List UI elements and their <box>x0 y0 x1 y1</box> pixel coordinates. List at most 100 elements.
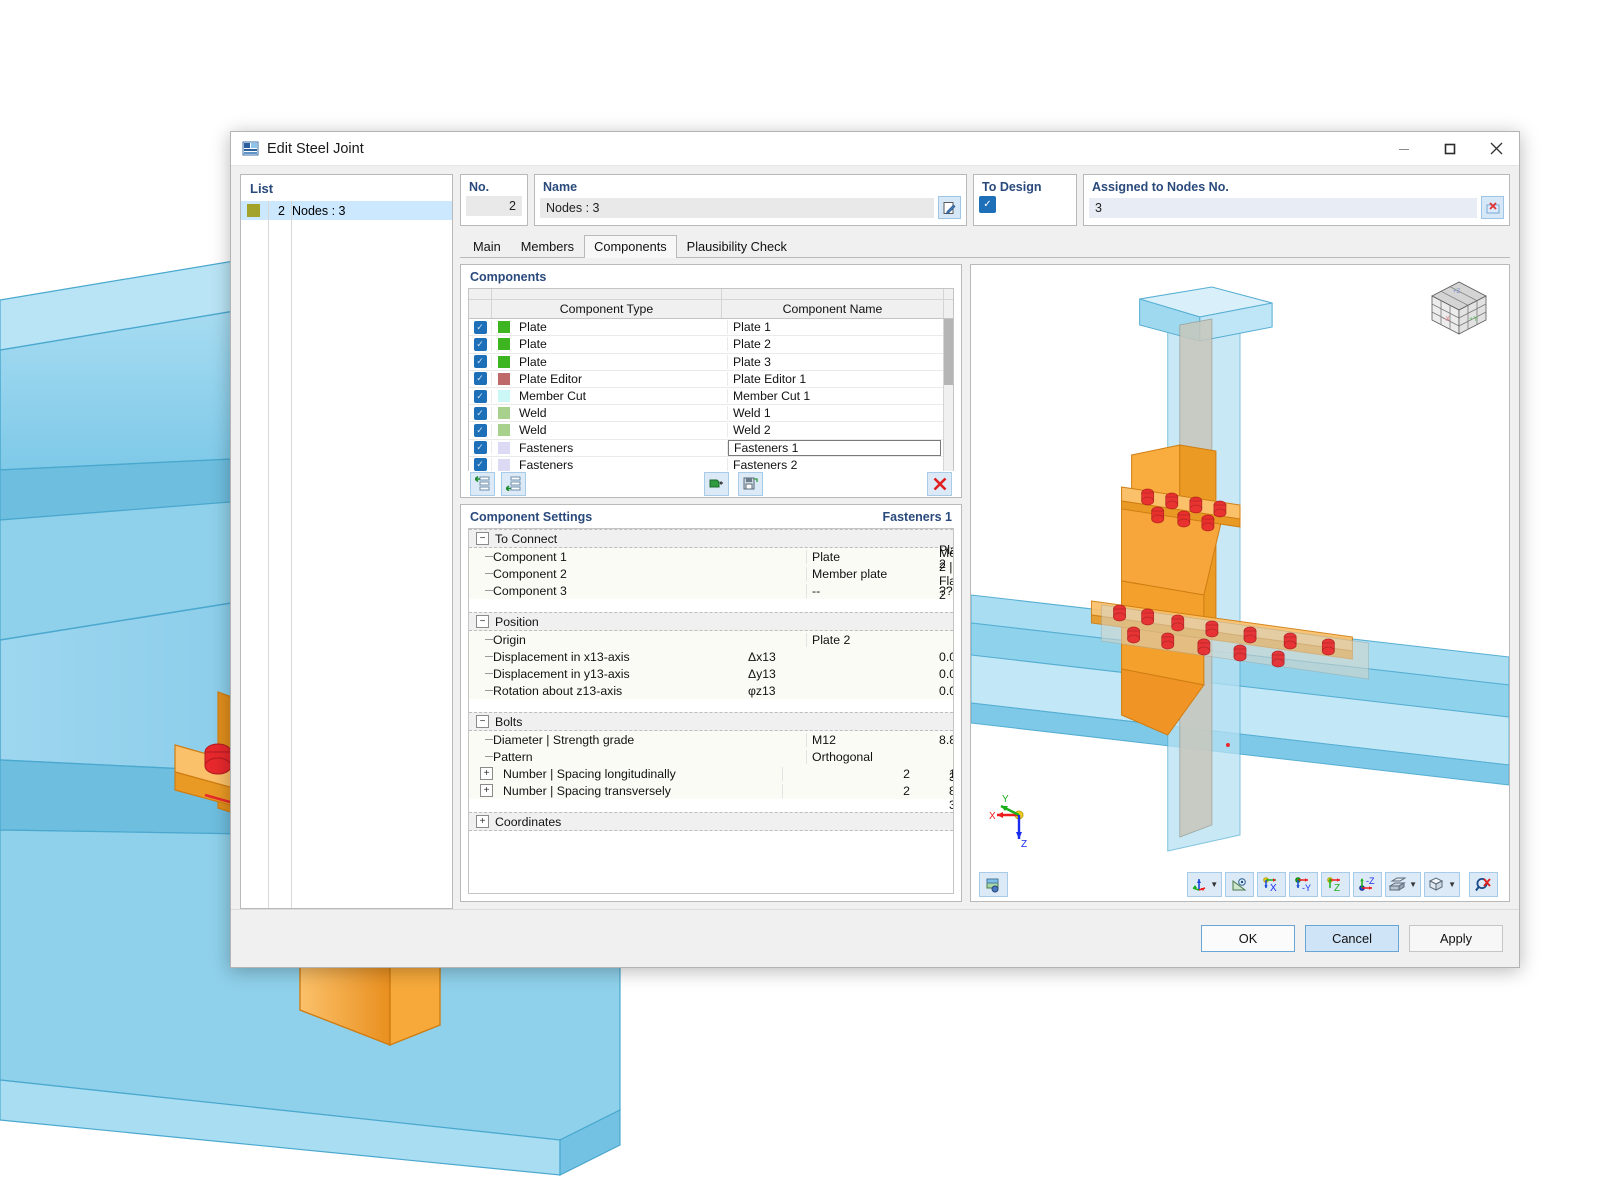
no-input[interactable]: 2 <box>466 196 522 216</box>
component-name-cell[interactable]: Weld 2 <box>728 423 943 437</box>
settings-row-value-1[interactable]: Plate 2 <box>806 632 934 647</box>
component-enabled-checkbox[interactable]: ✓ <box>469 372 492 386</box>
component-name-cell[interactable]: Fasteners 1 <box>728 439 941 456</box>
settings-row-value-2[interactable]: 0.0 <box>934 684 953 698</box>
insert-component-above-icon[interactable] <box>470 471 495 496</box>
axis-system-icon[interactable]: ▼ <box>1187 872 1223 897</box>
import-component-icon[interactable] <box>704 471 729 496</box>
tab-members[interactable]: Members <box>511 235 584 258</box>
pick-node-icon[interactable] <box>1481 196 1504 219</box>
settings-row-value-1[interactable]: 2 <box>782 766 944 781</box>
close-button[interactable] <box>1473 133 1519 165</box>
collapse-icon[interactable]: − <box>476 532 489 545</box>
view-x-icon[interactable]: X <box>1257 872 1287 897</box>
settings-group-header[interactable]: − To Connect <box>469 529 953 548</box>
settings-row[interactable]: Origin Plate 2 <box>469 631 953 648</box>
tab-plausibility-check[interactable]: Plausibility Check <box>677 235 797 258</box>
component-enabled-checkbox[interactable]: ✓ <box>469 389 492 403</box>
component-name-cell[interactable]: Plate 1 <box>728 320 943 334</box>
table-row[interactable]: ✓ Member Cut Member Cut 1 <box>469 388 943 406</box>
table-row[interactable]: ✓ Plate Plate 1 <box>469 319 943 337</box>
components-scrollbar[interactable] <box>943 319 953 471</box>
apply-button[interactable]: Apply <box>1409 925 1503 952</box>
component-name-cell[interactable]: Plate 3 <box>728 355 943 369</box>
maximize-button[interactable] <box>1427 133 1473 165</box>
edit-pencil-icon[interactable] <box>938 196 961 219</box>
settings-row-value-1[interactable]: M12 <box>806 732 934 747</box>
collapse-icon[interactable]: − <box>476 615 489 628</box>
settings-row-label-cell: Origin <box>469 633 748 647</box>
settings-row-value-2[interactable]: 0.0 <box>934 667 953 681</box>
expand-icon[interactable]: + <box>480 767 493 780</box>
component-enabled-checkbox[interactable]: ✓ <box>469 355 492 369</box>
no-field-box: No. 2 <box>460 174 528 226</box>
view-minus-z-icon[interactable]: -Z <box>1353 872 1383 897</box>
component-enabled-checkbox[interactable]: ✓ <box>469 320 492 334</box>
tab-main[interactable]: Main <box>463 235 511 258</box>
list-item[interactable]: 2 Nodes : 3 <box>241 201 452 220</box>
to-design-checkbox[interactable]: ✓ <box>979 196 996 213</box>
settings-row[interactable]: Displacement in x13-axisΔx130.0mm <box>469 648 953 665</box>
delete-component-icon[interactable] <box>927 471 952 496</box>
component-enabled-checkbox[interactable]: ✓ <box>469 337 492 351</box>
navigation-cube[interactable]: -X +Y +Z <box>1422 278 1496 345</box>
render-mode-icon[interactable]: ▼ <box>1385 872 1422 897</box>
zoom-reset-icon[interactable] <box>1469 872 1498 897</box>
component-enabled-checkbox[interactable]: ✓ <box>469 458 492 471</box>
settings-row[interactable]: Displacement in y13-axisΔy130.0mm <box>469 665 953 682</box>
component-name-cell[interactable]: Plate Editor 1 <box>728 372 943 386</box>
settings-row[interactable]: Component 1PlatePlate 2 <box>469 543 953 571</box>
table-row[interactable]: ✓ Fasteners Fasteners 1 <box>469 439 943 457</box>
settings-row-value-2[interactable]: ?? <box>934 584 953 598</box>
collapse-icon[interactable]: − <box>476 715 489 728</box>
ok-button[interactable]: OK <box>1201 925 1295 952</box>
component-name-cell[interactable]: Member Cut 1 <box>728 389 943 403</box>
component-enabled-checkbox[interactable]: ✓ <box>469 406 492 420</box>
component-name-cell[interactable]: Fasteners 2 <box>728 458 943 471</box>
table-row[interactable]: ✓ Weld Weld 2 <box>469 422 943 440</box>
assigned-nodes-input[interactable]: 3 <box>1089 197 1477 218</box>
settings-row-value-1[interactable]: Plate <box>806 549 934 564</box>
settings-group-header[interactable]: + Coordinates <box>469 812 953 831</box>
table-row[interactable]: ✓ Fasteners Fasteners 2 <box>469 457 943 471</box>
view-z-icon[interactable]: Z <box>1321 872 1351 897</box>
component-name-cell[interactable]: Weld 1 <box>728 406 943 420</box>
settings-group-header[interactable]: − Bolts <box>469 712 953 731</box>
settings-group-header[interactable]: − Position <box>469 612 953 631</box>
settings-row[interactable]: Component 3 --?? <box>469 582 953 599</box>
tab-components[interactable]: Components <box>584 235 677 258</box>
table-row[interactable]: ✓ Plate Plate 3 <box>469 354 943 371</box>
settings-row[interactable]: Component 2Member plateMember 2 | Flange… <box>469 546 953 602</box>
component-name-cell[interactable]: Plate 2 <box>728 337 943 351</box>
scrollbar-thumb[interactable] <box>944 319 953 386</box>
component-enabled-checkbox[interactable]: ✓ <box>469 441 492 455</box>
table-row[interactable]: ✓ Weld Weld 1 <box>469 405 943 423</box>
view-y-icon[interactable]: -Y <box>1289 872 1319 897</box>
settings-row[interactable]: Pattern Orthogonal <box>469 748 953 765</box>
settings-row[interactable]: + Number | Spacing transversely 235.0 80.0… <box>469 770 953 812</box>
settings-row-value-1[interactable]: 2 <box>782 783 944 798</box>
settings-row-value-1[interactable]: Member plate <box>806 566 934 581</box>
minimize-button[interactable] <box>1381 133 1427 165</box>
3d-viewport[interactable]: -X +Y +Z X Y Z ▼ X -Y Z -Z ▼ ▼ <box>970 264 1510 902</box>
settings-row-value-1[interactable]: -- <box>806 583 934 598</box>
settings-row-value-2[interactable]: 8.8 <box>934 733 953 747</box>
cancel-button[interactable]: Cancel <box>1305 925 1399 952</box>
table-row[interactable]: ✓ Plate Plate 2 <box>469 336 943 354</box>
settings-row[interactable]: Rotation about z13-axisφz130.0deg <box>469 682 953 699</box>
render-settings-icon[interactable] <box>979 872 1008 897</box>
settings-row[interactable]: Diameter | Strength grade M128.8 <box>469 731 953 748</box>
component-enabled-checkbox[interactable]: ✓ <box>469 423 492 437</box>
wireframe-icon[interactable]: ▼ <box>1424 872 1460 897</box>
settings-row[interactable]: +Number | Spacing longitudinally250.0 10… <box>469 765 953 782</box>
save-component-icon[interactable] <box>738 471 763 496</box>
expand-icon[interactable]: + <box>480 784 493 797</box>
name-input[interactable]: Nodes : 3 <box>540 197 934 218</box>
settings-row-value-1[interactable]: Orthogonal <box>806 749 934 764</box>
table-row[interactable]: ✓ Plate Editor Plate Editor 1 <box>469 371 943 388</box>
expand-icon[interactable]: + <box>476 815 489 828</box>
measure-icon[interactable] <box>1225 872 1255 897</box>
insert-component-below-icon[interactable] <box>501 471 526 496</box>
settings-row-value-2[interactable]: 35.0 80.0 35.0 <box>944 770 953 812</box>
settings-row-value-2[interactable]: 0.0 <box>934 650 953 664</box>
